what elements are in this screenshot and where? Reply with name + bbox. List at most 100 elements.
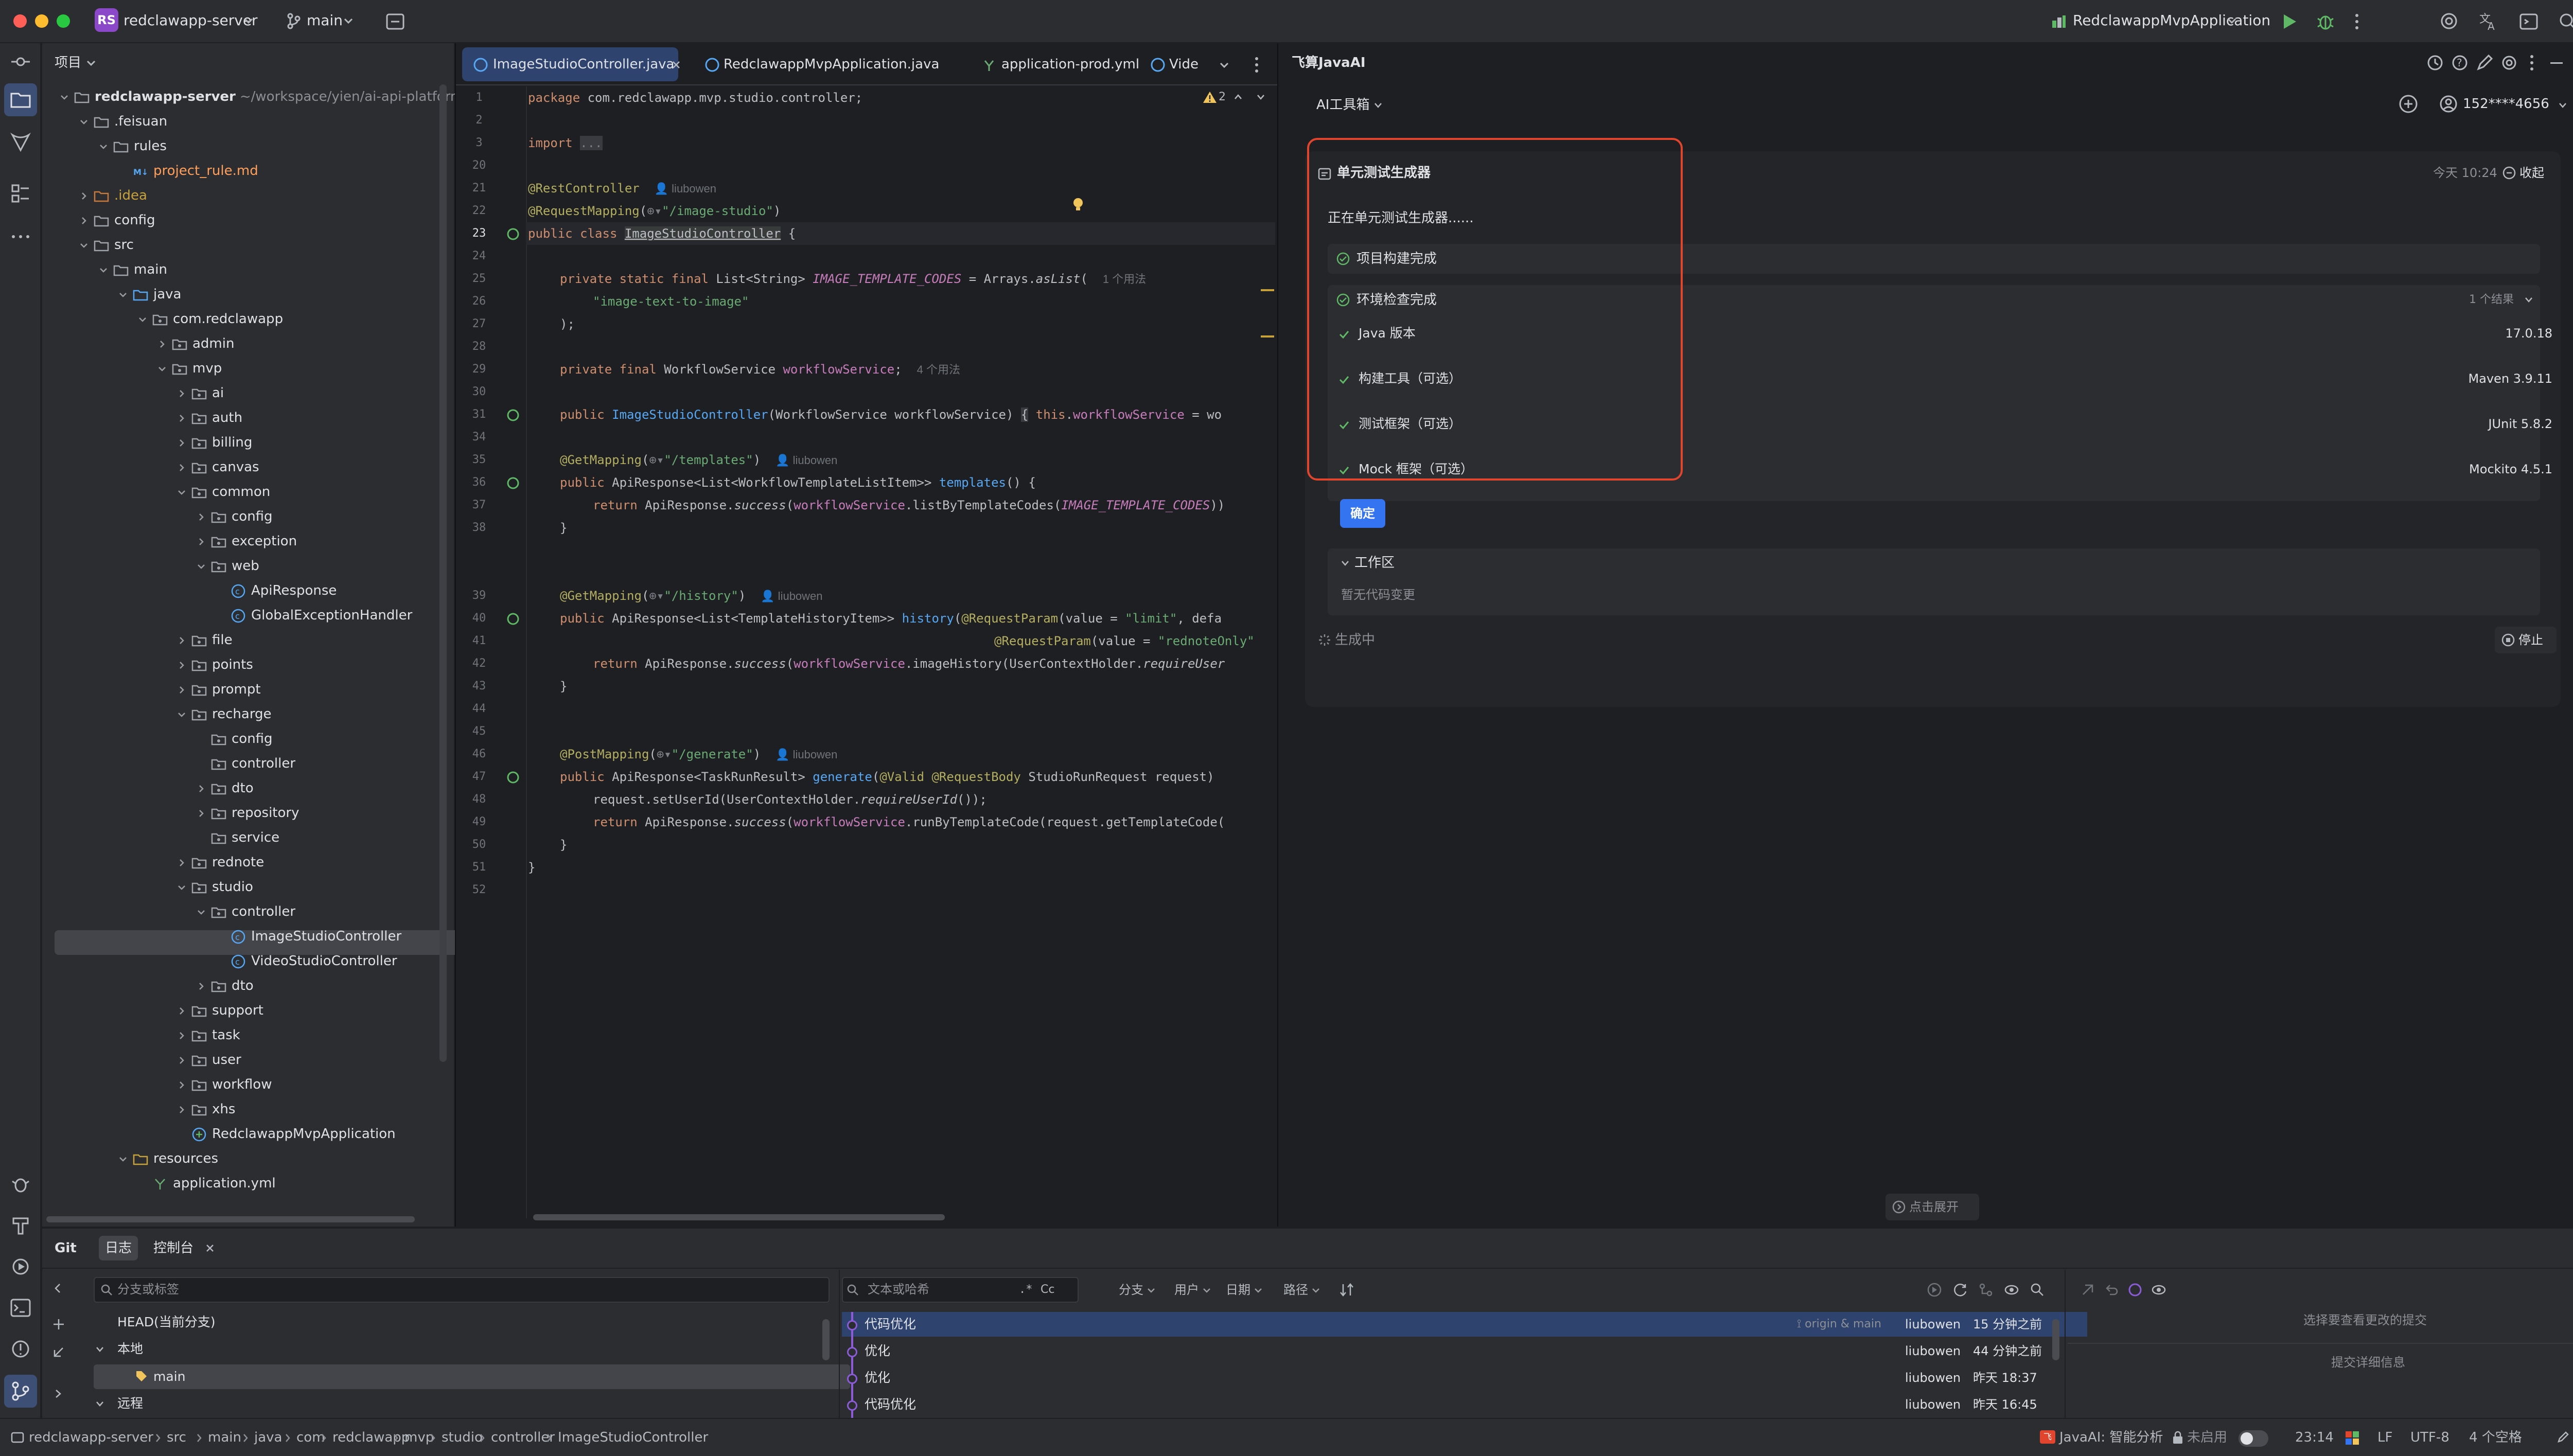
project-selector[interactable]: redclawapp-server xyxy=(124,11,258,30)
endpoint-gutter-icon[interactable] xyxy=(506,771,520,784)
tree-item[interactable]: task xyxy=(177,1023,240,1047)
code-line-48[interactable]: request.setUserId(UserContextHolder.requ… xyxy=(593,788,987,811)
tree-item[interactable]: com.redclawapp xyxy=(138,307,283,331)
tree-item[interactable]: controller xyxy=(197,899,295,924)
collapse-button[interactable]: 收起 xyxy=(2519,164,2544,182)
head-current-branch[interactable]: HEAD(当前分支) xyxy=(117,1313,215,1331)
remote-branches[interactable]: 远程 xyxy=(117,1394,143,1413)
tree-item[interactable]: service xyxy=(197,825,279,850)
code-line-27[interactable]: ); xyxy=(560,313,575,335)
commit-tool-icon[interactable] xyxy=(9,50,32,73)
tree-item[interactable]: points xyxy=(177,652,253,677)
warning-count[interactable]: 2 xyxy=(1219,90,1226,105)
new-chat-icon[interactable] xyxy=(2398,94,2419,114)
tree-horizontal-scrollbar[interactable] xyxy=(46,1216,415,1222)
terminal-tool-icon[interactable] xyxy=(9,1297,32,1319)
plugin-icon[interactable] xyxy=(9,131,32,153)
help-icon[interactable]: ? xyxy=(2451,54,2469,72)
chevron-up-icon[interactable] xyxy=(1234,94,1242,100)
tab-console[interactable]: 控制台 xyxy=(153,1239,193,1257)
code-line-51[interactable]: } xyxy=(528,856,535,879)
search-icon[interactable] xyxy=(2030,1282,2045,1298)
confirm-button[interactable]: 确定 xyxy=(1340,499,1385,528)
settings-icon[interactable] xyxy=(2500,54,2518,72)
chevron-down-icon[interactable] xyxy=(1341,560,1349,566)
code-line-38[interactable]: } xyxy=(560,517,567,539)
line-separator[interactable]: LF xyxy=(2377,1428,2392,1447)
file-encoding[interactable]: UTF-8 xyxy=(2410,1428,2449,1447)
workspace-title[interactable]: 工作区 xyxy=(1354,554,1395,572)
more-icon[interactable] xyxy=(2528,54,2536,72)
tree-item[interactable]: mvp xyxy=(157,356,222,381)
intention-bulb-icon[interactable] xyxy=(1071,197,1085,212)
filter-branch[interactable]: 分支 xyxy=(1119,1281,1161,1299)
tree-item[interactable]: xhs xyxy=(177,1097,235,1122)
commit-ref-label[interactable]: ⟟ origin & main xyxy=(1797,1315,1881,1334)
minimize-window-button[interactable] xyxy=(35,14,48,28)
add-icon[interactable] xyxy=(52,1318,65,1330)
breadcrumb-item[interactable]: studio xyxy=(442,1428,483,1447)
tree-item[interactable]: support xyxy=(177,998,263,1023)
commits-scrollbar[interactable] xyxy=(2052,1319,2059,1360)
regex-toggle[interactable]: .* xyxy=(1019,1281,1033,1299)
code-line-37[interactable]: return ApiResponse.success(workflowServi… xyxy=(593,494,1225,517)
tree-item[interactable]: file xyxy=(177,628,233,652)
bean-gutter-icon[interactable] xyxy=(506,227,520,241)
filter-user[interactable]: 用户 xyxy=(1174,1281,1217,1299)
branch-filter-input[interactable] xyxy=(94,1277,830,1303)
code-line-50[interactable]: } xyxy=(560,833,567,856)
tree-item[interactable]: c ImageStudioController xyxy=(216,924,401,949)
project-panel-title[interactable]: 项目 xyxy=(55,54,81,72)
tree-item[interactable]: java xyxy=(118,282,181,307)
tree-item[interactable]: user xyxy=(177,1047,241,1072)
code-line-41[interactable]: public ApiResponse<List<TemplateHistoryI… xyxy=(560,607,1222,630)
commit-message[interactable]: 优化 xyxy=(865,1368,890,1388)
debug-tool-icon[interactable] xyxy=(9,1173,32,1196)
tree-item[interactable]: prompt xyxy=(177,677,261,702)
commit-icon[interactable] xyxy=(385,11,406,32)
result-count[interactable]: 1 个结果 xyxy=(2469,292,2514,308)
breadcrumb-item[interactable]: ImageStudioController xyxy=(558,1428,708,1447)
view-icon[interactable] xyxy=(2151,1282,2166,1298)
cherry-pick-icon[interactable] xyxy=(1927,1282,1942,1298)
tree-item[interactable]: redclawapp-server ~/workspace/yien/ai-api… xyxy=(60,84,468,109)
tree-item[interactable]: web xyxy=(197,554,259,578)
branches-scrollbar[interactable] xyxy=(822,1319,830,1360)
tab-video-truncated[interactable]: Vide xyxy=(1138,48,1199,80)
code-line-42[interactable]: @RequestParam(value = "rednoteOnly" xyxy=(994,630,1255,652)
readonly-toggle-icon[interactable] xyxy=(2556,1430,2570,1445)
breadcrumb-item[interactable]: redclawapp-server xyxy=(29,1428,153,1447)
tree-item[interactable]: dto xyxy=(197,776,254,801)
color-icon[interactable] xyxy=(2127,1282,2143,1298)
translate-icon[interactable]: 文A xyxy=(2478,11,2499,32)
chevron-down-icon[interactable] xyxy=(96,1346,104,1352)
endpoint-gutter-icon[interactable] xyxy=(506,476,520,490)
more-tools-icon[interactable] xyxy=(9,225,32,248)
editor-horizontal-scrollbar[interactable] xyxy=(533,1214,945,1220)
code-line-36[interactable]: public ApiResponse<List<WorkflowTemplate… xyxy=(560,471,1036,494)
minimize-panel-icon[interactable] xyxy=(2549,62,2564,65)
build-tool-icon[interactable] xyxy=(9,1214,32,1237)
code-line-44[interactable]: } xyxy=(560,675,567,698)
search-icon[interactable] xyxy=(2558,11,2573,32)
warning-icon[interactable] xyxy=(1202,91,1218,104)
error-stripe-marker[interactable] xyxy=(1261,335,1274,338)
tree-item[interactable]: RedclawappMvpApplication xyxy=(177,1122,396,1146)
code-line-46[interactable]: @PostMapping(⊕▾"/generate") 👤 liubowen xyxy=(560,743,837,766)
cherry-pick-commit-icon[interactable] xyxy=(2080,1282,2095,1298)
debug-icon[interactable] xyxy=(2316,11,2335,31)
revert-icon[interactable] xyxy=(2104,1282,2119,1298)
tree-item[interactable]: common xyxy=(177,480,270,504)
endpoint-gutter-icon[interactable] xyxy=(506,612,520,626)
code-line-47[interactable]: public ApiResponse<TaskRunResult> genera… xyxy=(560,766,1214,788)
tree-item[interactable]: resources xyxy=(118,1146,218,1171)
tree-item[interactable]: config xyxy=(197,504,273,529)
tree-item[interactable]: auth xyxy=(177,405,242,430)
code-line-23[interactable]: public class ImageStudioController { xyxy=(528,222,796,245)
collapse-icon[interactable] xyxy=(2502,166,2516,180)
tree-scrollbar[interactable] xyxy=(439,84,447,1062)
run-icon[interactable] xyxy=(2280,12,2298,31)
tab-log[interactable]: 日志 xyxy=(105,1239,132,1257)
history-icon[interactable] xyxy=(2426,54,2444,72)
sort-icon[interactable] xyxy=(1339,1282,1354,1298)
